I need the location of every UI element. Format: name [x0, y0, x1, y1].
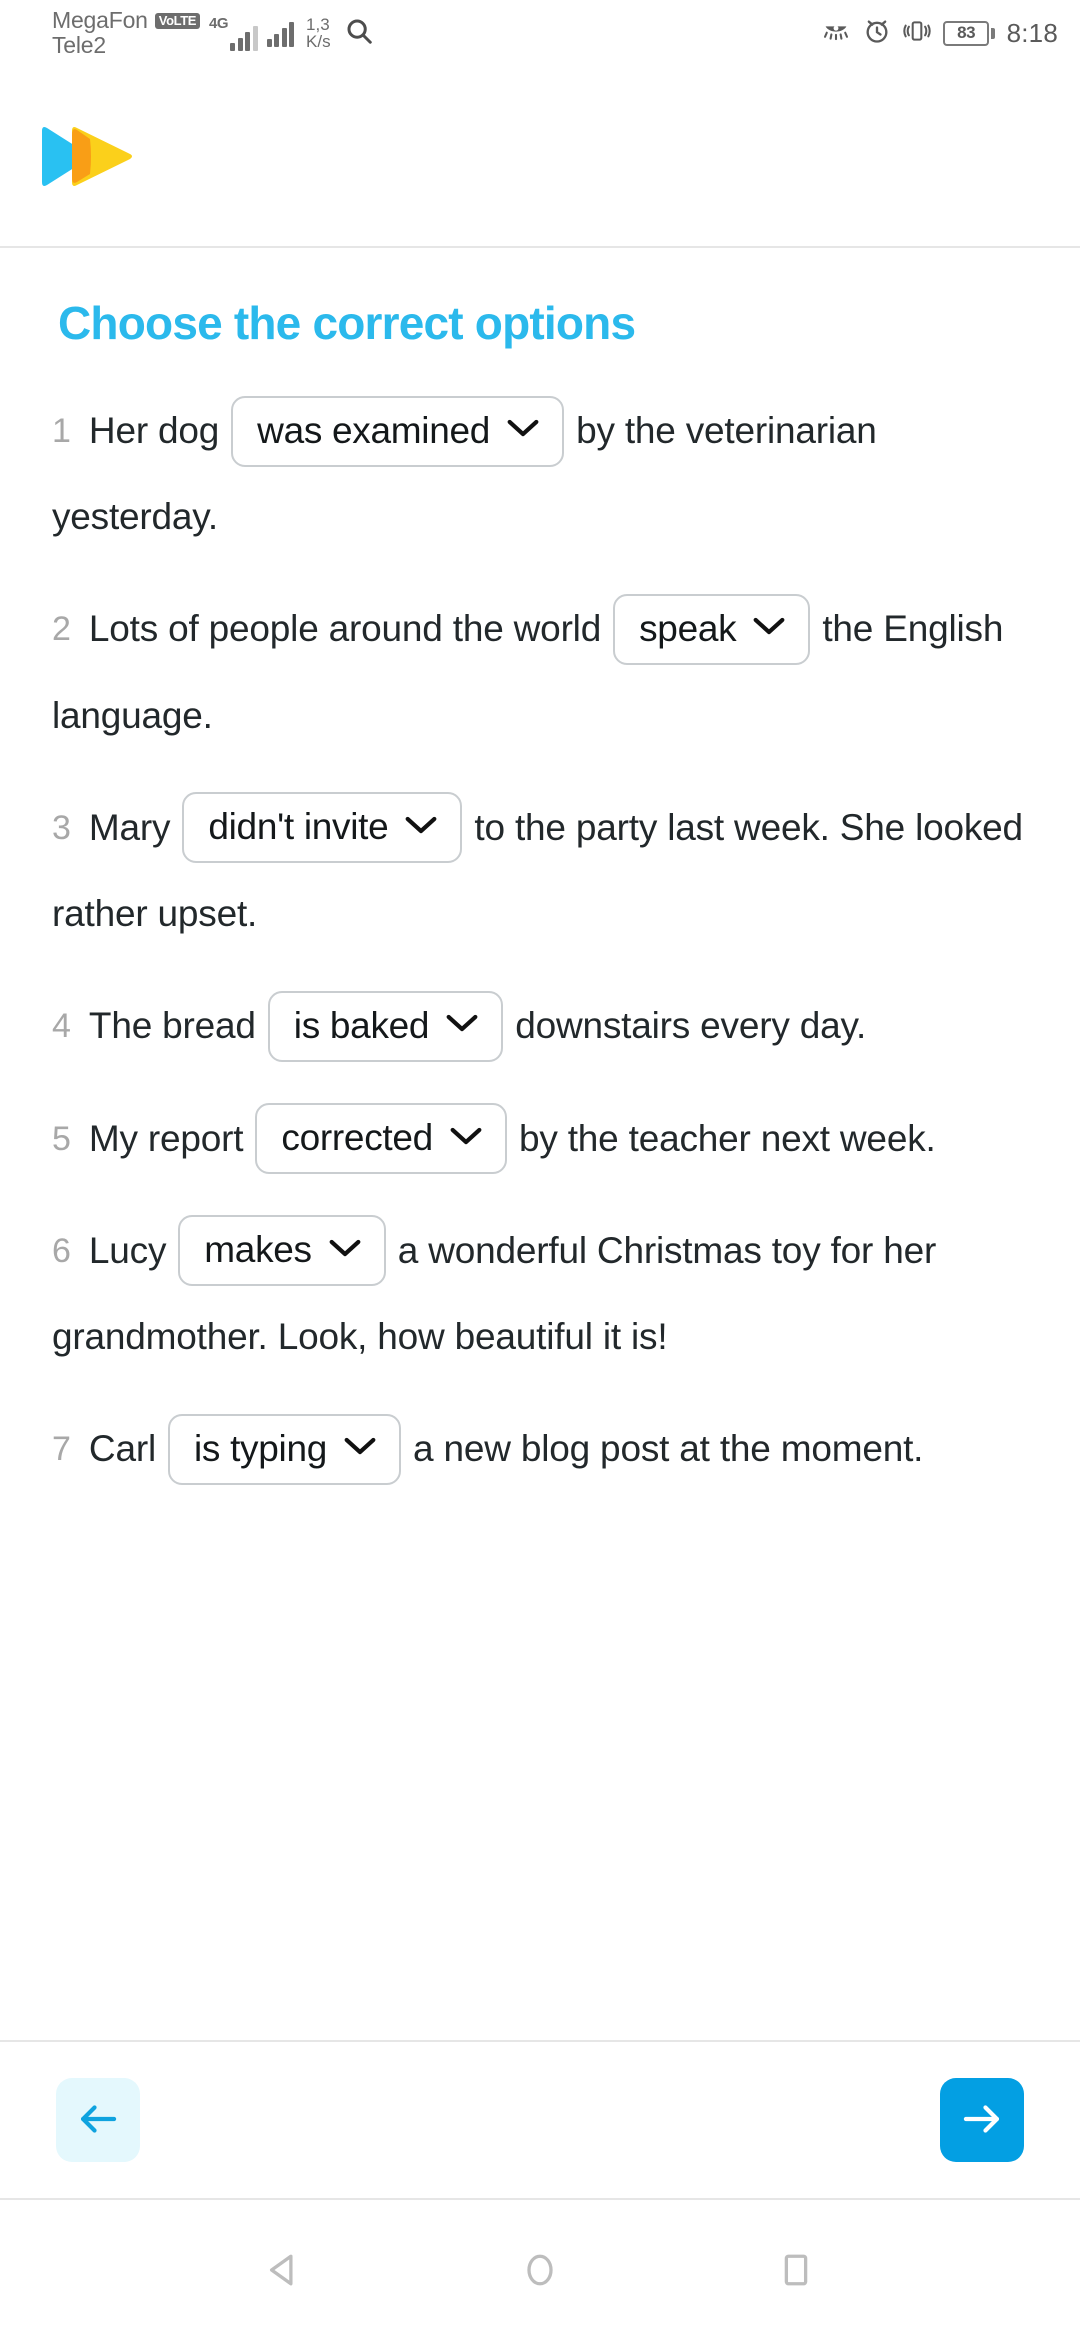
answer-dropdown[interactable]: is typing: [167, 1413, 402, 1485]
question-list: 1 Her dog was examined by the veterinarian …: [52, 388, 1028, 1519]
question-number: 5: [52, 1119, 71, 1158]
previous-button[interactable]: [56, 2078, 140, 2162]
clock-label: 8:18: [1006, 17, 1058, 48]
circle-home-icon[interactable]: [507, 2237, 573, 2303]
chevron-down-icon: [506, 417, 540, 443]
signal-sim2: [266, 19, 295, 47]
search-icon[interactable]: [344, 16, 374, 51]
answer-dropdown-label: corrected: [281, 1117, 433, 1159]
answer-dropdown-label: makes: [204, 1229, 312, 1271]
answer-dropdown[interactable]: speak: [613, 593, 811, 665]
carrier-labels: MegaFon VoLTE Tele2: [52, 7, 201, 58]
play-logo-icon[interactable]: [38, 121, 138, 191]
question-text-before: Mary: [88, 806, 171, 848]
chevron-down-icon: [343, 1435, 377, 1461]
battery-icon: 83: [943, 20, 995, 46]
question-number: 1: [52, 412, 71, 450]
question-number: 2: [52, 610, 71, 649]
question-number: 6: [52, 1231, 71, 1270]
answer-dropdown-label: didn't invite: [208, 806, 389, 848]
network-type-label: 4G: [209, 14, 229, 32]
square-recents-icon[interactable]: [763, 2237, 829, 2303]
status-bar: MegaFon VoLTE Tele2 4G 1,3 K/s 83 8:18: [0, 0, 1080, 66]
arrow-left-icon: [75, 2100, 121, 2141]
chevron-down-icon: [328, 1237, 362, 1263]
question-item: 7 Carl is typing a new blog post at the mom…: [52, 1406, 1028, 1492]
network-speed-value: 1,3: [306, 14, 330, 34]
answer-dropdown[interactable]: was examined: [231, 395, 565, 467]
answer-dropdown-label: speak: [639, 607, 737, 649]
answer-dropdown[interactable]: corrected: [255, 1103, 507, 1175]
status-bar-left: MegaFon VoLTE Tele2 4G 1,3 K/s: [52, 8, 374, 58]
next-button[interactable]: [940, 2078, 1024, 2162]
carrier-primary-row: MegaFon VoLTE: [52, 7, 201, 34]
signal-bars-secondary-icon: [266, 19, 295, 47]
question-item: 1 Her dog was examined by the veterinarian …: [52, 388, 1028, 560]
question-text-after: downstairs every day.: [515, 1005, 867, 1047]
question-item: 4 The bread is baked downstairs every day.: [52, 983, 1028, 1069]
arrow-right-icon: [959, 2100, 1005, 2141]
battery-percent-label: 83: [957, 23, 976, 42]
question-text-before: Lots of people around the world: [88, 608, 602, 650]
answer-dropdown[interactable]: makes: [178, 1215, 386, 1287]
answer-dropdown-label: was examined: [257, 409, 491, 451]
answer-dropdown-label: is baked: [293, 1004, 430, 1046]
vibrate-icon: [903, 17, 931, 50]
question-text-before: The bread: [88, 1005, 256, 1047]
android-system-nav: [0, 2200, 1080, 2340]
question-item: 5 My report corrected by the teacher next w…: [52, 1096, 1028, 1182]
question-text-before: My report: [88, 1117, 244, 1159]
page-title: Choose the correct options: [58, 297, 636, 349]
phone-screen: MegaFon VoLTE Tele2 4G 1,3 K/s 83 8:18 C…: [0, 0, 1080, 2340]
alarm-icon: [863, 17, 891, 50]
question-item: 2 Lots of people around the world speak the…: [52, 586, 1028, 758]
question-item: 3 Mary didn't invite to the party last week…: [52, 785, 1028, 957]
question-text-before: Her dog: [88, 410, 220, 451]
signal-sim1: 4G: [209, 16, 258, 51]
answer-dropdown[interactable]: is baked: [267, 990, 504, 1062]
exercise-content: Choose the correct options 1 Her dog was e…: [0, 248, 1080, 2040]
network-speed: 1,3 K/s: [306, 14, 331, 51]
carrier-secondary-label: Tele2: [52, 32, 106, 58]
chevron-down-icon: [445, 1012, 479, 1038]
question-text-after: a new blog post at the moment.: [413, 1428, 924, 1470]
answer-dropdown-label: is typing: [193, 1427, 328, 1469]
question-number: 3: [52, 808, 71, 847]
status-bar-right: 83 8:18: [821, 17, 1058, 50]
question-text-before: Lucy: [88, 1229, 167, 1271]
question-text-after: by the teacher next week.: [518, 1117, 936, 1159]
chevron-down-icon: [449, 1125, 483, 1151]
question-number: 4: [52, 1007, 71, 1046]
eye-comfort-icon: [821, 18, 851, 49]
chevron-down-icon: [404, 814, 438, 840]
carrier-primary-label: MegaFon: [52, 7, 148, 34]
exercise-footer-nav: [0, 2040, 1080, 2200]
answer-dropdown[interactable]: didn't invite: [182, 792, 463, 864]
signal-bars-icon: [230, 23, 258, 51]
question-item: 6 Lucy makes a wonderful Christmas toy for …: [52, 1208, 1028, 1380]
chevron-down-icon: [752, 615, 786, 641]
triangle-back-icon[interactable]: [251, 2237, 317, 2303]
app-header: [0, 66, 1080, 248]
question-text-before: Carl: [88, 1428, 156, 1470]
network-speed-unit: K/s: [306, 32, 331, 51]
volte-badge: VoLTE: [154, 12, 201, 29]
question-number: 7: [52, 1430, 71, 1469]
